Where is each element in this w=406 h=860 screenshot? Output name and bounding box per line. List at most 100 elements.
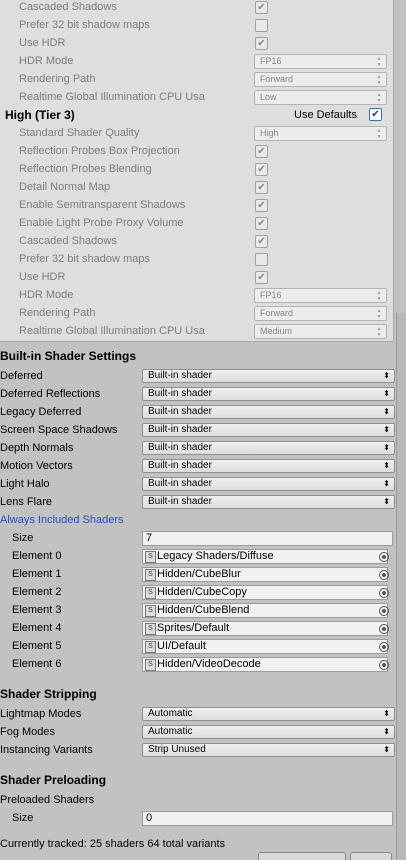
tier3-checkbox[interactable]: ✔ (255, 181, 268, 194)
shader-object-field[interactable]: S Hidden/VideoDecode (142, 657, 388, 672)
updown-arrow-icon: ⬍ (383, 443, 390, 452)
builtin-shader-label: Screen Space Shadows (0, 424, 118, 436)
tier3-row-label: Realtime Global Illumination CPU Usa (19, 325, 205, 337)
object-picker-icon[interactable] (379, 624, 389, 634)
builtin-shader-dropdown[interactable]: Built-in shader ⬍ (142, 477, 395, 491)
tier3-checkbox[interactable] (255, 253, 268, 266)
tier3-checkbox[interactable]: ✔ (255, 235, 268, 248)
tier3-dropdown[interactable]: High ▲▼ (254, 126, 387, 141)
shader-object-field[interactable]: S Hidden/CubeCopy (142, 585, 388, 600)
shader-object-field[interactable]: S Hidden/CubeBlend (142, 603, 388, 618)
tier-top-row: HDR Mode FP16 ▲▼ (0, 52, 393, 70)
object-picker-icon[interactable] (379, 570, 389, 580)
tier3-row-label: Detail Normal Map (19, 181, 111, 193)
object-picker-icon[interactable] (379, 642, 389, 652)
builtin-shader-dropdown[interactable]: Built-in shader ⬍ (142, 459, 395, 473)
updown-arrow-icon: ⬍ (383, 461, 390, 470)
builtin-shader-dropdown-value: Built-in shader (148, 442, 212, 453)
tier-top-dropdown[interactable]: Low ▲▼ (254, 90, 387, 105)
element-label: Element 1 (12, 568, 62, 580)
updown-arrow-icon: ⬍ (383, 407, 390, 416)
shader-asset-icon: S (145, 605, 156, 617)
stripping-dropdown-value: Strip Unused (148, 744, 206, 755)
tier3-title[interactable]: High (Tier 3) (5, 106, 75, 124)
builtin-shader-dropdown[interactable]: Built-in shader ⬍ (142, 441, 395, 455)
tier3-dropdown-value: High (260, 128, 279, 138)
builtin-shader-label: Lens Flare (0, 496, 52, 508)
object-picker-icon[interactable] (379, 552, 389, 562)
tier3-row: Use HDR ✔ (0, 268, 393, 286)
updown-arrow-icon: ⬍ (383, 497, 390, 506)
element-label: Element 4 (12, 622, 62, 634)
updown-arrow-icon: ▲▼ (376, 308, 382, 320)
builtin-shader-label: Light Halo (0, 478, 50, 490)
tier-top-dropdown[interactable]: FP16 ▲▼ (254, 54, 387, 69)
element-label: Element 3 (12, 604, 62, 616)
object-picker-icon[interactable] (379, 660, 389, 670)
updown-arrow-icon: ⬍ (383, 745, 390, 754)
tier3-checkbox[interactable]: ✔ (255, 145, 268, 158)
preloaded-shaders-label[interactable]: Preloaded Shaders (0, 791, 94, 809)
tier-top-dropdown-value: Low (260, 92, 277, 102)
tier3-row: Reflection Probes Box Projection ✔ (0, 142, 393, 160)
tier3-row: Realtime Global Illumination CPU Usa Medi… (0, 322, 393, 340)
shader-asset-icon: S (145, 587, 156, 599)
updown-arrow-icon: ⬍ (383, 389, 390, 398)
builtin-shader-dropdown[interactable]: Built-in shader ⬍ (142, 405, 395, 419)
tier-top-row-label: Use HDR (19, 37, 66, 49)
tier-top-row-label: Cascaded Shadows (19, 1, 117, 13)
use-defaults-checkbox[interactable]: ✔ (369, 108, 382, 121)
builtin-shader-dropdown[interactable]: Built-in shader ⬍ (142, 495, 395, 509)
use-defaults-label: Use Defaults (294, 109, 357, 121)
element-label: Element 5 (12, 640, 62, 652)
object-picker-icon[interactable] (379, 588, 389, 598)
tier-top-dropdown[interactable]: Forward ▲▼ (254, 72, 387, 87)
tier3-row: Rendering Path Forward ▲▼ (0, 304, 393, 322)
stripping-dropdown[interactable]: Automatic ⬍ (142, 725, 395, 739)
updown-arrow-icon: ⬍ (383, 727, 390, 736)
tier-top-row: Rendering Path Forward ▲▼ (0, 70, 393, 88)
shader-object-field[interactable]: S Sprites/Default (142, 621, 388, 636)
shader-asset-icon: S (145, 659, 156, 671)
updown-arrow-icon: ▲▼ (376, 326, 382, 338)
tier3-row-label: Reflection Probes Blending (19, 163, 152, 175)
inspector-scrollbar[interactable] (396, 313, 406, 859)
tier3-dropdown[interactable]: Medium ▲▼ (254, 324, 387, 339)
stripping-dropdown[interactable]: Strip Unused ⬍ (142, 743, 395, 757)
tier3-dropdown-value: Medium (260, 326, 293, 336)
builtin-shader-dropdown-value: Built-in shader (148, 460, 212, 471)
tier-top-checkbox[interactable]: ✔ (255, 37, 268, 50)
builtin-shader-dropdown[interactable]: Built-in shader ⬍ (142, 387, 395, 401)
builtin-shader-dropdown[interactable]: Built-in shader ⬍ (142, 369, 395, 383)
element-label: Element 2 (12, 586, 62, 598)
tier3-row: Enable Semitransparent Shadows ✔ (0, 196, 393, 214)
builtin-shader-dropdown[interactable]: Built-in shader ⬍ (142, 423, 395, 437)
tier3-dropdown[interactable]: Forward ▲▼ (254, 306, 387, 321)
shader-object-field[interactable]: S Hidden/CubeBlur (142, 567, 388, 582)
tier3-checkbox[interactable]: ✔ (255, 271, 268, 284)
object-picker-icon[interactable] (379, 606, 389, 616)
shader-object-field[interactable]: S UI/Default (142, 639, 388, 654)
always-included-size-field[interactable]: 7 (142, 531, 393, 546)
tier-top-checkbox[interactable]: ✔ (255, 1, 268, 14)
shader-object-field[interactable]: S Legacy Shaders/Diffuse (142, 549, 388, 564)
tier3-checkbox[interactable]: ✔ (255, 199, 268, 212)
shader-asset-icon: S (145, 551, 156, 563)
always-included-shaders-foldout[interactable]: Always Included Shaders (0, 511, 124, 529)
stripping-dropdown-value: Automatic (148, 726, 193, 737)
tier3-dropdown[interactable]: FP16 ▲▼ (254, 288, 387, 303)
tier-top-row-label: Rendering Path (19, 73, 96, 85)
shader-object-value: Hidden/CubeBlend (157, 604, 250, 616)
preloaded-size-field[interactable]: 0 (142, 811, 393, 826)
tier3-row: Standard Shader Quality High ▲▼ (0, 124, 393, 142)
tier3-checkbox[interactable]: ✔ (255, 217, 268, 230)
tier3-row: Cascaded Shadows ✔ (0, 232, 393, 250)
tier3-row: Detail Normal Map ✔ (0, 178, 393, 196)
always-included-size-label: Size (12, 532, 34, 544)
stripping-dropdown[interactable]: Automatic ⬍ (142, 707, 395, 721)
tier3-checkbox[interactable]: ✔ (255, 163, 268, 176)
tier-top-row-label: HDR Mode (19, 55, 74, 67)
preloaded-size-label: Size (12, 812, 34, 824)
tier-top-checkbox[interactable] (255, 19, 268, 32)
tier-top-row: Use HDR ✔ (0, 34, 393, 52)
